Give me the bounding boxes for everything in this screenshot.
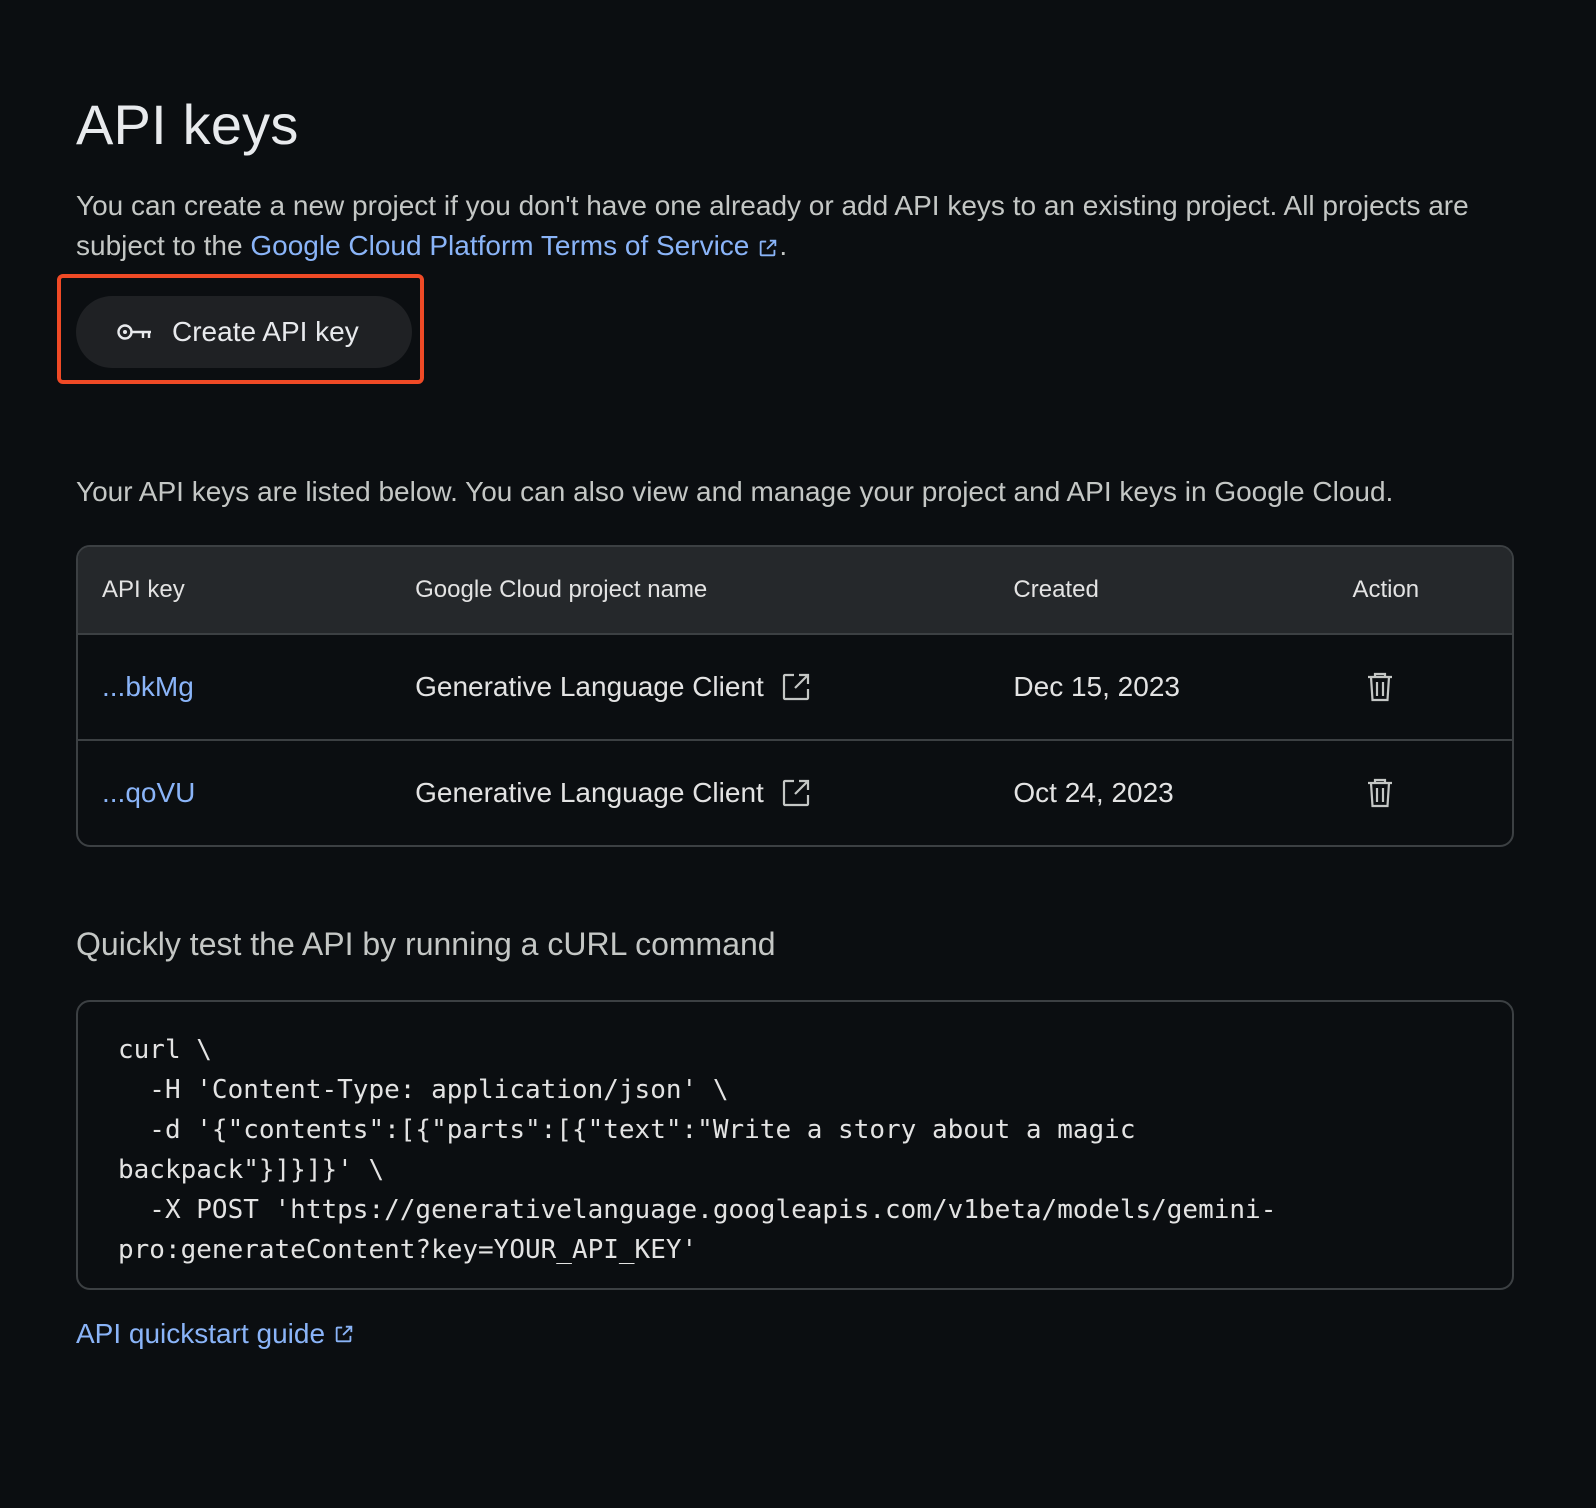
header-action: Action [1352,576,1420,603]
api-keys-table: API key Google Cloud project name Create… [76,545,1514,847]
create-api-key-label: Create API key [172,316,359,347]
delete-key-button[interactable] [1362,669,1398,705]
table-header: API key Google Cloud project name Create… [78,547,1512,635]
api-key-link[interactable]: ...qoVU [102,777,195,808]
curl-section-title: Quickly test the API by running a cURL c… [76,926,776,962]
trash-icon [1368,778,1393,808]
intro-paragraph: You can create a new project if you don'… [76,186,1516,266]
header-created: Created [1013,576,1099,603]
external-link-icon [760,239,777,256]
intro-end: . [779,230,788,261]
delete-key-button[interactable] [1362,775,1398,811]
project-name: Generative Language Client [415,777,764,808]
terms-link-label: Google Cloud Platform Terms of Service [250,230,750,261]
external-link-icon [335,1325,353,1343]
project-name: Generative Language Client [415,671,764,702]
created-date: Dec 15, 2023 [1013,671,1180,702]
header-project-name: Google Cloud project name [415,576,708,603]
external-link-icon[interactable] [780,777,812,809]
key-icon [117,324,151,340]
keys-list-intro: Your API keys are listed below. You can … [76,476,1394,507]
created-date: Oct 24, 2023 [1013,777,1174,808]
api-quickstart-link[interactable]: API quickstart guide [76,1318,355,1350]
table-row: ...qoVU Generative Language Client Oct 2… [78,739,1512,845]
curl-code-block[interactable]: curl \ -H 'Content-Type: application/jso… [76,1000,1514,1290]
page-title: API keys [76,93,299,156]
curl-command[interactable]: curl \ -H 'Content-Type: application/jso… [118,1030,1472,1270]
trash-icon [1368,672,1393,702]
api-key-link[interactable]: ...bkMg [102,671,194,702]
create-api-key-button[interactable]: Create API key [76,296,412,368]
terms-of-service-link[interactable]: Google Cloud Platform Terms of Service [250,230,779,261]
external-link-icon[interactable] [780,671,812,703]
quickstart-label: API quickstart guide [76,1318,326,1349]
header-api-key: API key [102,576,185,603]
table-row: ...bkMg Generative Language Client Dec 1… [78,635,1512,739]
